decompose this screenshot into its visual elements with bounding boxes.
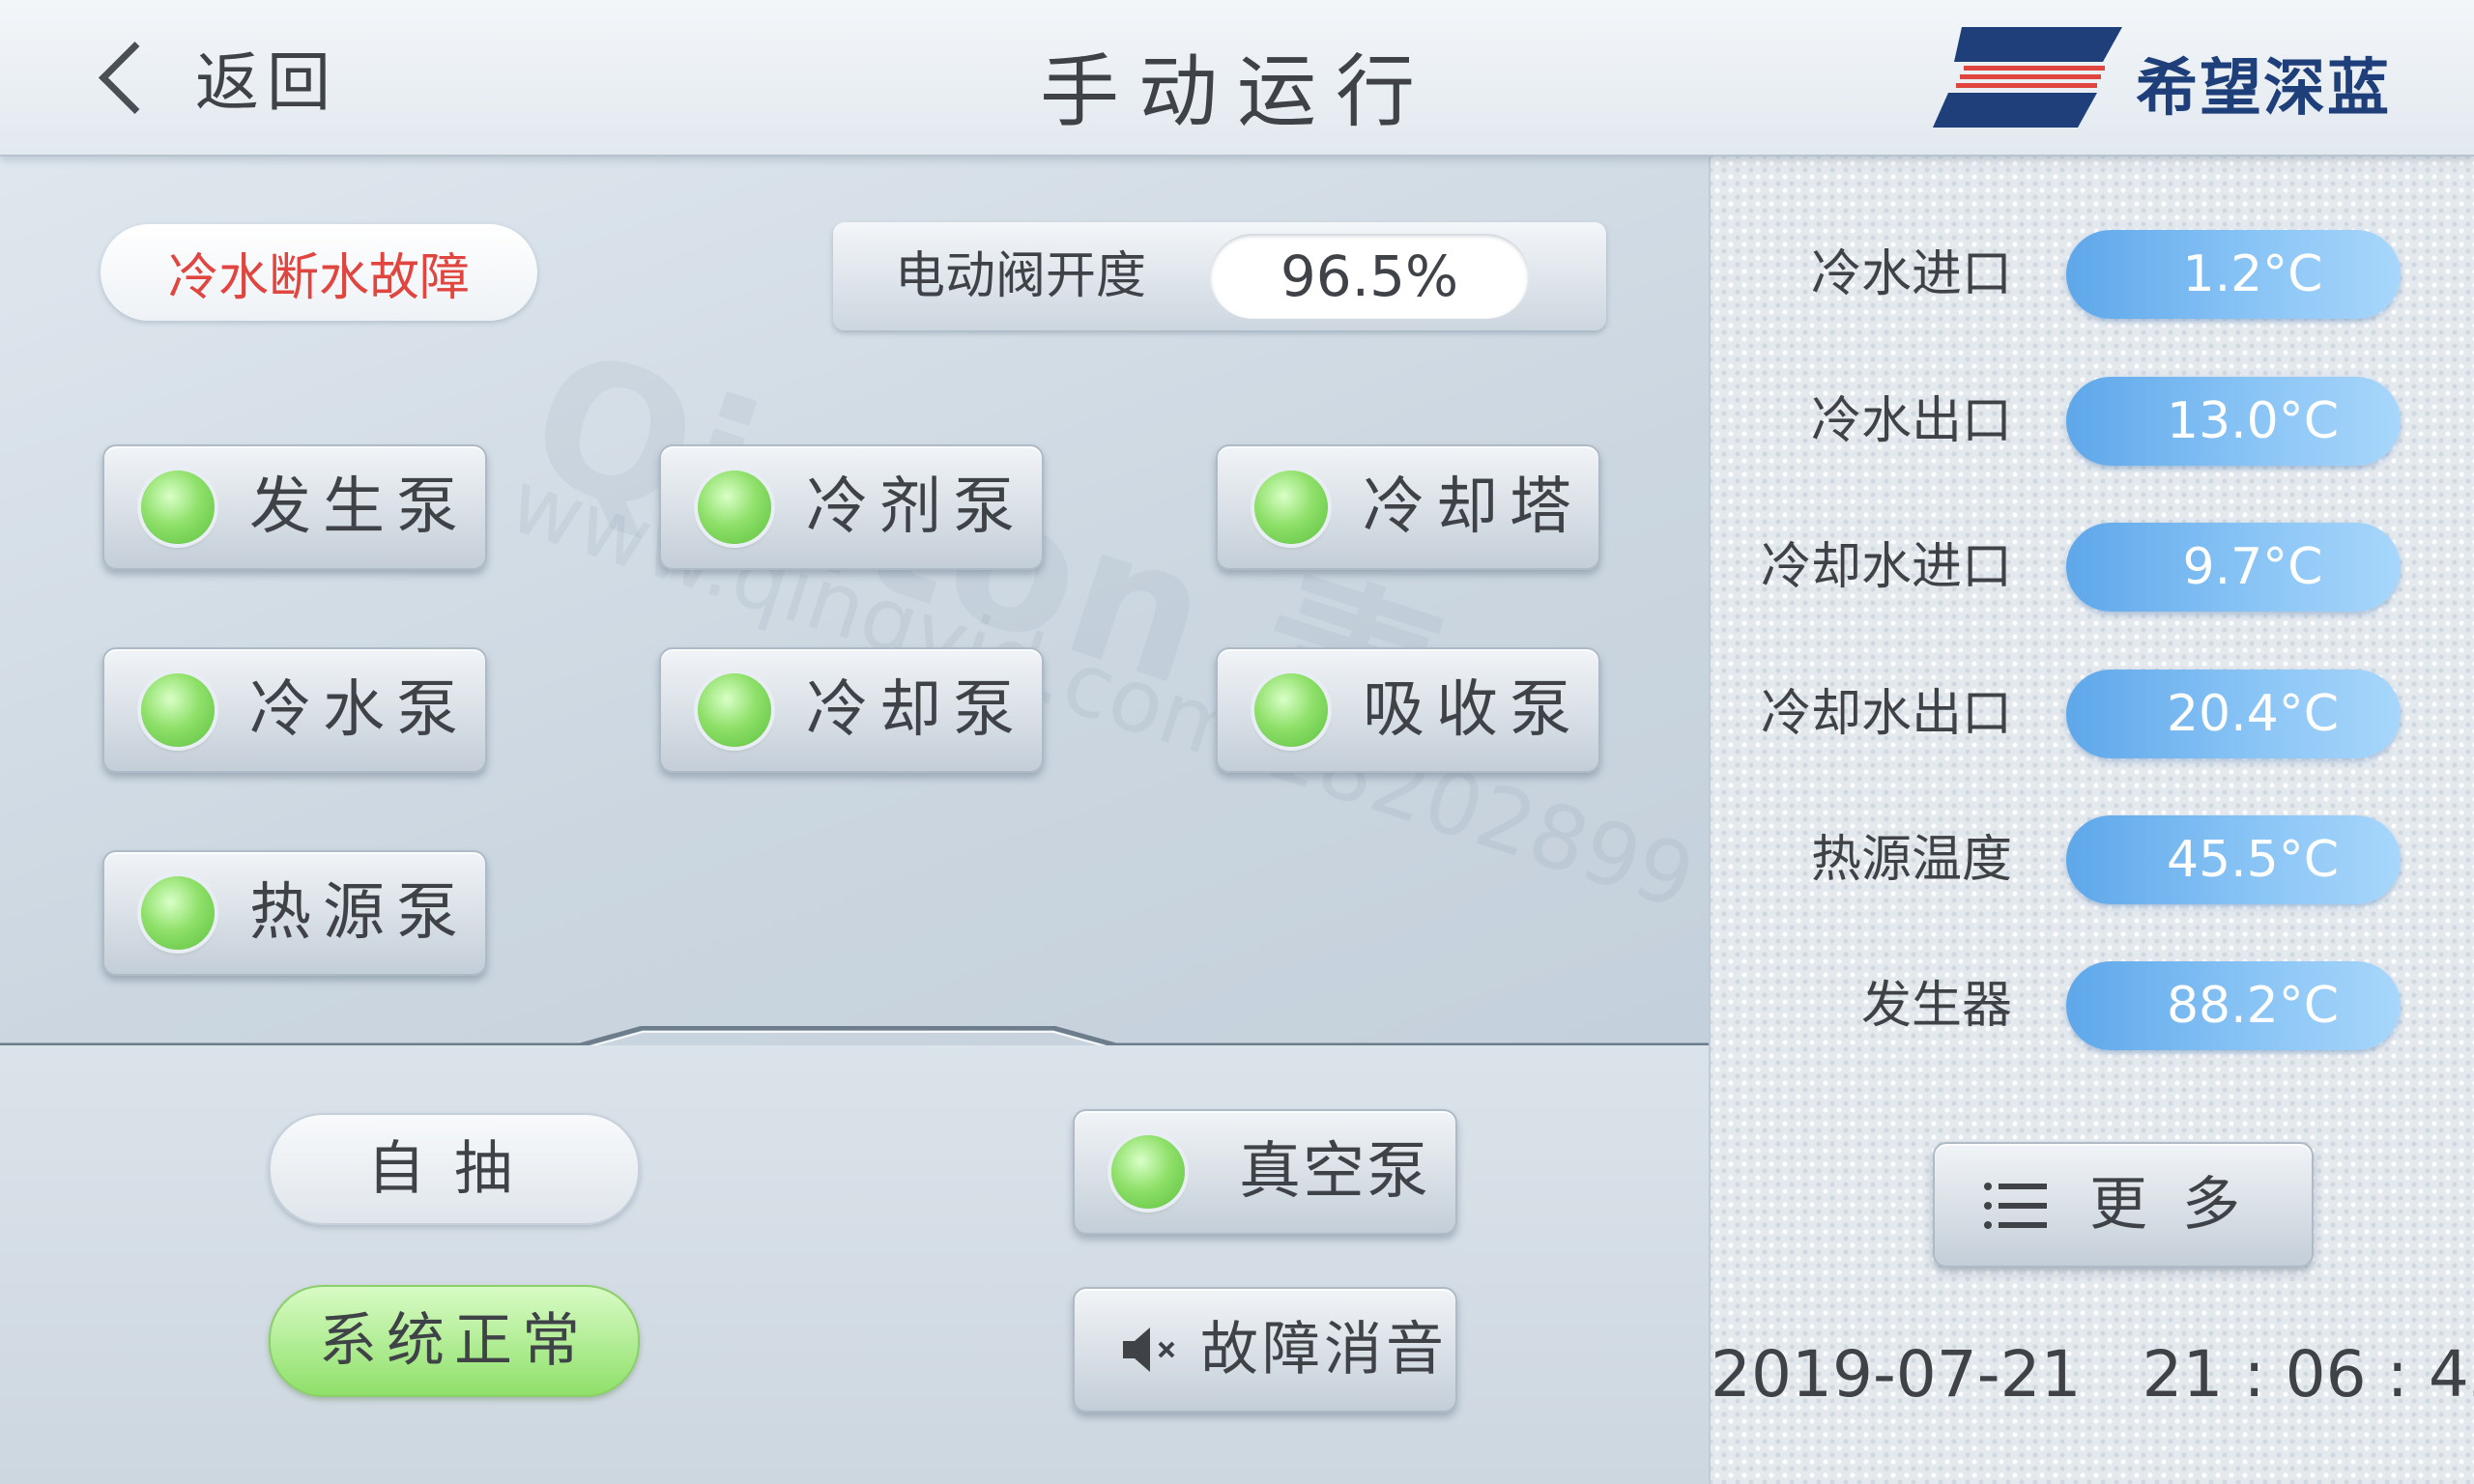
speaker-mute-icon bbox=[1123, 1327, 1175, 1372]
fault-status-badge: 冷水断水故障 bbox=[101, 224, 537, 321]
pump-button-generator[interactable]: 发生泵 bbox=[102, 444, 487, 570]
self-prime-button[interactable]: 自抽 bbox=[269, 1113, 640, 1225]
green-led-icon bbox=[698, 673, 771, 747]
fault-mute-button[interactable]: 故障消音 bbox=[1073, 1287, 1457, 1413]
auxiliary-control-panel: 自抽 系统正常 真空泵 故障消音 bbox=[0, 1045, 1709, 1484]
temp-label: 发生器 bbox=[1860, 977, 2012, 1035]
section-divider bbox=[0, 1026, 1709, 1045]
temp-row-cooling-in: 冷却水进口 9.7°C bbox=[1711, 519, 2474, 615]
brand-logo: 希望深蓝 bbox=[1933, 27, 2397, 128]
temp-label: 冷却水出口 bbox=[1760, 685, 2012, 743]
valve-opening-label: 电动阀开度 bbox=[895, 247, 1147, 305]
pump-control-panel: Qinton 青 www.qingyid.com 18202899 冷水断水故障… bbox=[0, 157, 1709, 1045]
header-bar: 返回 手动运行 希望深蓝 bbox=[0, 0, 2474, 157]
temperature-panel: 冷水进口 1.2°C 冷水出口 13.0°C 冷却水进口 9.7°C 冷却水出口… bbox=[1709, 157, 2474, 1484]
temp-row-cooling-out: 冷却水出口 20.4°C bbox=[1711, 666, 2474, 762]
green-led-icon bbox=[1254, 471, 1328, 544]
pump-button-chilled-water[interactable]: 冷水泵 bbox=[102, 647, 487, 773]
vacuum-pump-button[interactable]: 真空泵 bbox=[1073, 1109, 1457, 1235]
green-led-icon bbox=[1254, 673, 1328, 747]
system-status-indicator: 系统正常 bbox=[269, 1285, 640, 1397]
valve-opening-value: 96.5% bbox=[1210, 234, 1529, 319]
brand-logo-text: 希望深蓝 bbox=[2136, 53, 2391, 125]
pump-label: 热源泵 bbox=[249, 877, 470, 949]
pump-label: 冷剂泵 bbox=[806, 471, 1026, 543]
temp-value: 45.5°C bbox=[2066, 815, 2401, 904]
list-icon bbox=[1984, 1183, 2047, 1229]
pump-label: 冷水泵 bbox=[249, 674, 470, 746]
temp-value: 9.7°C bbox=[2066, 523, 2401, 612]
temp-value: 20.4°C bbox=[2066, 670, 2401, 758]
back-label: 返回 bbox=[195, 45, 338, 120]
pump-label: 吸收泵 bbox=[1363, 674, 1583, 746]
temp-label: 热源温度 bbox=[1810, 831, 2012, 889]
green-led-icon bbox=[1111, 1135, 1185, 1209]
temp-value: 1.2°C bbox=[2066, 230, 2401, 319]
more-label: 更多 bbox=[2089, 1171, 2275, 1239]
more-button[interactable]: 更多 bbox=[1933, 1142, 2314, 1268]
green-led-icon bbox=[698, 471, 771, 544]
datetime-display: 2019-07-21 21 : 06 : 42 bbox=[1711, 1337, 2474, 1412]
green-led-icon bbox=[141, 471, 215, 544]
green-led-icon bbox=[141, 876, 215, 950]
temp-row-chilled-out: 冷水出口 13.0°C bbox=[1711, 373, 2474, 470]
chevron-left-icon bbox=[99, 41, 171, 114]
temp-label: 冷水进口 bbox=[1810, 245, 2012, 303]
pump-button-heat-source[interactable]: 热源泵 bbox=[102, 850, 487, 976]
pump-label: 冷却塔 bbox=[1363, 471, 1583, 543]
brand-logo-icon bbox=[1933, 27, 2122, 128]
pump-button-refrigerant[interactable]: 冷剂泵 bbox=[659, 444, 1044, 570]
temp-row-heat-source: 热源温度 45.5°C bbox=[1711, 812, 2474, 908]
back-button[interactable]: 返回 bbox=[92, 29, 338, 126]
temp-value: 13.0°C bbox=[2066, 377, 2401, 466]
pump-button-cooling[interactable]: 冷却泵 bbox=[659, 647, 1044, 773]
pump-label: 发生泵 bbox=[249, 471, 470, 543]
temp-label: 冷却水进口 bbox=[1760, 538, 2012, 596]
green-led-icon bbox=[141, 673, 215, 747]
pump-button-absorption[interactable]: 吸收泵 bbox=[1216, 647, 1600, 773]
temp-label: 冷水出口 bbox=[1810, 392, 2012, 450]
temp-row-generator: 发生器 88.2°C bbox=[1711, 957, 2474, 1054]
vacuum-pump-label: 真空泵 bbox=[1239, 1136, 1430, 1208]
page-title: 手动运行 bbox=[1039, 46, 1434, 138]
pump-label: 冷却泵 bbox=[806, 674, 1026, 746]
pump-button-cooling-tower[interactable]: 冷却塔 bbox=[1216, 444, 1600, 570]
temp-value: 88.2°C bbox=[2066, 961, 2401, 1050]
valve-opening-display: 电动阀开度 96.5% bbox=[833, 222, 1606, 330]
fault-mute-label: 故障消音 bbox=[1200, 1316, 1448, 1384]
temp-row-chilled-in: 冷水进口 1.2°C bbox=[1711, 226, 2474, 323]
